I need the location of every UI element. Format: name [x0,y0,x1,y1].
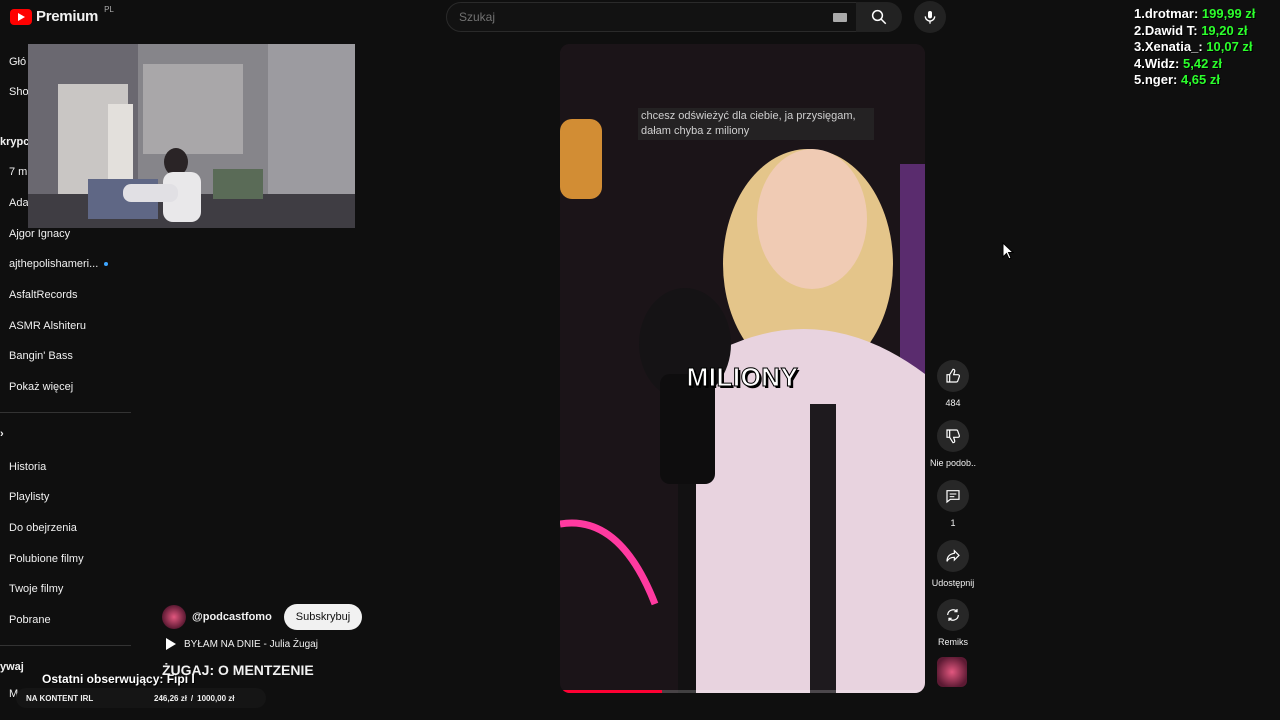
donation-goal-bar: NA KONTENT IRL 246,26 zł / 1000,00 zł [16,688,266,708]
play-icon [166,638,176,650]
sidebar-item-shorts[interactable]: Sho [9,86,29,98]
sidebar-channel-item[interactable]: Bangin' Bass [9,350,73,362]
video-caption: chcesz odświeżyć dla ciebie, ja przysięg… [638,108,874,140]
donor-name: Widz: [1144,56,1180,71]
youtube-logo-icon [10,8,32,25]
donor-name: Dawid T: [1144,23,1198,38]
song-title: BYŁAM NA DNIE - Julia Żugaj [184,638,318,650]
goal-separator: / [190,693,194,703]
donor-name: drotmar: [1144,6,1199,21]
video-progress-fill [560,690,663,693]
sidebar-channel-item[interactable]: ASMR Alshiteru [9,320,86,332]
youtube-premium-logo[interactable]: Premium PL [10,5,114,25]
sidebar-item-history[interactable]: Historia [9,461,46,473]
comments-button[interactable]: 1 [930,480,976,528]
sidebar-item-watch-later[interactable]: Do obejrzenia [9,522,77,534]
logo-text: Premium [36,8,99,25]
remix-button[interactable]: Remiks [930,599,976,647]
donor-entry: 4.Widz: 5,42 zł [1134,56,1222,71]
sidebar-item-home[interactable]: Głó [9,56,26,68]
donor-entry: 2.Dawid T: 19,20 zł [1134,23,1247,38]
voice-search-button[interactable] [914,1,946,33]
donor-rank: 4. [1134,56,1145,71]
new-content-dot-icon [104,262,109,267]
thumbs-down-icon [946,429,961,444]
search-button[interactable] [856,2,902,32]
share-button[interactable]: Udostępnij [930,540,976,588]
keyboard-icon[interactable] [833,13,847,22]
audio-thumbnail[interactable] [937,657,967,687]
search-icon [871,9,887,25]
sidebar-section-you-chevron-icon[interactable]: › [0,428,4,440]
sidebar-show-more[interactable]: Pokaż więcej [9,381,73,393]
mouse-cursor-icon [1002,242,1014,260]
comment-icon [946,490,960,504]
sidebar-section-subscriptions[interactable]: krypc [0,136,29,148]
sidebar-channel-item[interactable]: AsfaltRecords [9,289,77,301]
sidebar-item-your-videos[interactable]: Twoje filmy [9,583,63,595]
sidebar-item-liked-videos[interactable]: Polubione filmy [9,553,84,565]
like-button-circle [937,360,969,392]
sidebar-channel-item[interactable]: 7 m [9,166,27,178]
shorts-video-player[interactable]: chcesz odświeżyć dla ciebie, ja przysięg… [560,44,925,693]
channel-row: @podcastfomo Subskrybuj [162,604,363,630]
burned-in-subtitle: MILIONY [686,362,799,393]
donor-name: nger: [1144,72,1178,87]
search-input[interactable] [457,9,821,25]
sidebar-channel-item[interactable]: ajthepolishameri... [9,258,109,270]
channel-name: ajthepolishameri... [9,258,99,270]
song-link[interactable]: BYŁAM NA DNIE - Julia Żugaj [166,638,318,650]
microphone-icon [924,11,936,24]
dislike-button[interactable]: Nie podob... [930,420,976,468]
sidebar-section-explore[interactable]: ywaj [0,661,24,673]
donor-amount: 199,99 zł [1201,6,1256,21]
donor-rank: 2. [1134,23,1145,38]
comments-button-circle [937,480,969,512]
share-arrow-icon [946,549,960,562]
share-label: Udostępnij [931,578,975,588]
donor-amount: 10,07 zł [1206,39,1253,54]
last-follower-text: Ostatni obserwujący: Fipi I [42,672,195,686]
sidebar-item-downloads[interactable]: Pobrane [9,614,51,626]
like-count: 484 [945,398,961,408]
donor-rank: 5. [1134,72,1145,87]
sidebar-channel-item[interactable]: Ada [9,197,29,209]
subscribe-button[interactable]: Subskrybuj [283,604,363,630]
comments-count: 1 [950,518,956,528]
sidebar-item-playlists[interactable]: Playlisty [9,491,49,503]
donor-amount: 4,65 zł [1180,72,1220,87]
thumbs-up-icon [946,368,961,383]
goal-target: 1000,00 zł [197,693,235,703]
goal-label: NA KONTENT IRL [26,693,94,703]
webcam-scene [28,44,355,228]
goal-current: 246,26 zł [154,693,187,703]
donor-entry: 3.Xenatia_: 10,07 zł [1134,39,1253,54]
donor-entry: 1.drotmar: 199,99 zł [1134,6,1255,21]
donor-amount: 5,42 zł [1183,56,1223,71]
share-button-circle [937,540,969,572]
dislike-label: Nie podob... [930,458,976,468]
remix-label: Remiks [937,637,968,647]
channel-avatar[interactable] [162,605,186,629]
sidebar-divider [0,645,131,646]
dislike-button-circle [937,420,969,452]
channel-handle[interactable]: @podcastfomo [192,611,272,623]
donor-entry: 5.nger: 4,65 zł [1134,72,1220,87]
sidebar-channel-item[interactable]: Ajgor Ignacy [9,228,70,240]
donor-amount: 19,20 zł [1201,23,1248,38]
sidebar-divider [0,412,131,413]
video-progress-bar[interactable] [560,690,925,693]
like-button[interactable]: 484 [930,360,976,408]
search-bar [446,2,858,32]
donor-rank: 3. [1134,39,1145,54]
donor-rank: 1. [1134,6,1145,21]
logo-region: PL [104,5,114,14]
remix-button-circle [937,599,969,631]
remix-icon [947,609,959,621]
streamer-webcam [28,44,355,228]
donor-name: Xenatia_: [1144,39,1203,54]
